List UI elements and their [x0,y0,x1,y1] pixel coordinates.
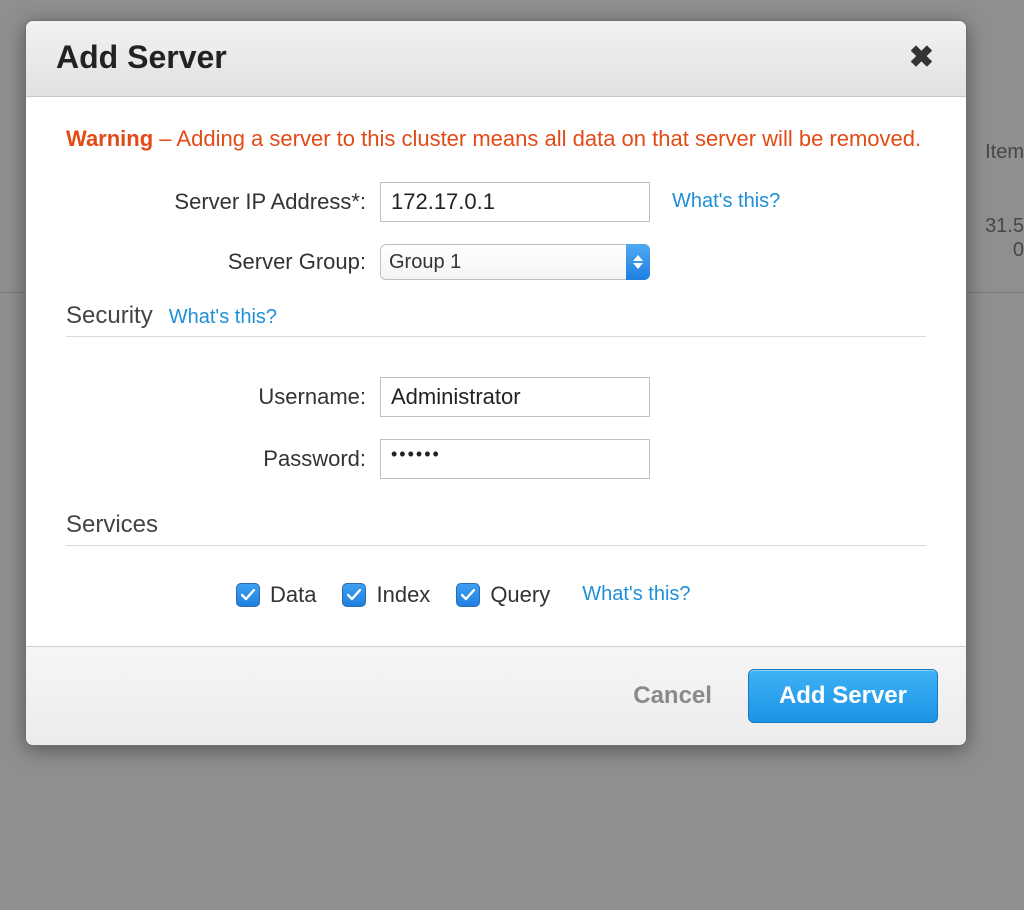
service-data-label: Data [270,582,316,608]
warning-message: Warning – Adding a server to this cluste… [66,125,926,154]
server-group-select-wrap: Group 1 [380,244,650,280]
dialog-footer: Cancel Add Server [26,646,966,745]
cancel-button[interactable]: Cancel [623,674,722,718]
bg-label: Item [985,140,1024,164]
server-ip-label: Server IP Address*: [66,189,380,215]
security-title: Security [66,302,153,330]
dialog-header: Add Server ✖ [26,21,966,97]
server-ip-help-link[interactable]: What's this? [672,190,780,213]
security-help-link[interactable]: What's this? [169,306,277,329]
app-backdrop: Item 31.5 0 Add Server ✖ Warning – Addin… [0,0,1024,910]
services-header: Services [66,511,926,539]
dialog-body: Warning – Adding a server to this cluste… [26,97,966,646]
service-data-checkbox[interactable]: Data [236,582,316,608]
server-group-row: Server Group: Group 1 [66,244,926,280]
server-group-label: Server Group: [66,249,380,275]
background-sidebar-fragment: Item 31.5 0 [985,140,1024,262]
services-title: Services [66,511,158,539]
service-index-label: Index [376,582,430,608]
close-icon[interactable]: ✖ [905,43,938,73]
checkbox-checked-icon [342,583,366,607]
bg-value-1: 31.5 [985,214,1024,238]
services-divider [66,545,926,546]
username-row: Username: [66,377,926,417]
warning-text: – Adding a server to this cluster means … [153,126,921,151]
password-row: Password: •••••• [66,439,926,479]
service-query-checkbox[interactable]: Query [456,582,550,608]
dialog-title: Add Server [56,39,227,76]
add-server-dialog: Add Server ✖ Warning – Adding a server t… [25,20,967,746]
password-label: Password: [66,446,380,472]
bg-value-2: 0 [985,238,1024,262]
server-ip-row: Server IP Address*: What's this? [66,182,926,222]
username-label: Username: [66,384,380,410]
services-row: Data Index Query What's this? [236,582,926,608]
server-group-select[interactable]: Group 1 [380,244,650,280]
username-input[interactable] [380,377,650,417]
add-server-button[interactable]: Add Server [748,669,938,723]
checkbox-checked-icon [456,583,480,607]
services-help-link[interactable]: What's this? [582,583,690,606]
security-header: Security What's this? [66,302,926,330]
service-index-checkbox[interactable]: Index [342,582,430,608]
service-query-label: Query [490,582,550,608]
checkbox-checked-icon [236,583,260,607]
password-input[interactable]: •••••• [380,439,650,479]
warning-strong: Warning [66,126,153,151]
security-divider [66,336,926,337]
server-ip-input[interactable] [380,182,650,222]
